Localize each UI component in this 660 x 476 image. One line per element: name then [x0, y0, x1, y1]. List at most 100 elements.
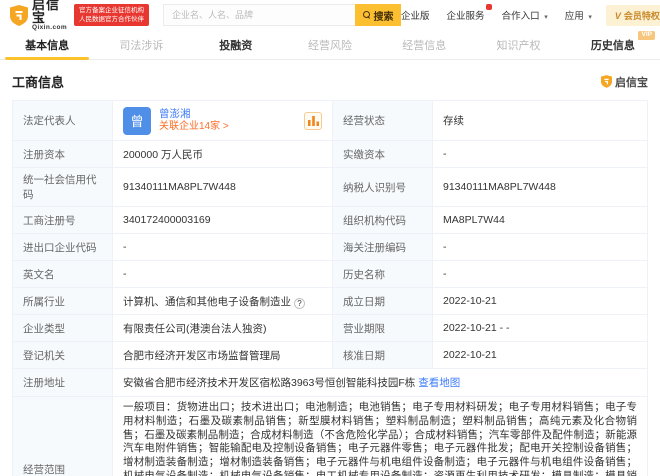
table-row-address: 注册地址 安徽省合肥市经济技术开发区宿松路3963号恒创智能科技园F栋 查看地图: [12, 368, 648, 397]
field-label: 经营范围: [12, 396, 113, 476]
search-bar: 搜索: [163, 4, 402, 26]
field-label: 企业类型: [12, 314, 113, 342]
nav-enterprise-services-label: 企业服务: [446, 11, 485, 22]
cert-badge-line1: 官方备案企业征信机构: [79, 6, 145, 14]
field-label: 经营状态: [332, 100, 433, 141]
tab-operating-info-label: 经营信息: [402, 39, 447, 52]
top-header: 启信宝 Qixin.com 官方备案企业征信机构 人民数据官方合作伙伴 搜索 企…: [0, 0, 660, 32]
table-row: 注册资本 200000 万人民币 实缴资本 -: [12, 140, 648, 168]
field-label: 所属行业: [12, 287, 113, 315]
field-label: 实缴资本: [332, 140, 433, 168]
related-companies-link[interactable]: 关联企业14家 >: [159, 122, 229, 132]
tab-intellectual-property[interactable]: 知识产权: [471, 30, 565, 59]
field-value: 合肥市经济开发区市场监督管理局: [112, 341, 333, 369]
field-value: 340172400003169: [112, 206, 333, 234]
tab-history-info[interactable]: 历史信息 VIP: [566, 30, 660, 59]
registered-address: 安徽省合肥市经济技术开发区宿松路3963号恒创智能科技园F栋: [123, 377, 416, 389]
chevron-down-icon: ▾: [588, 14, 592, 21]
search-input[interactable]: [163, 4, 356, 26]
table-row: 登记机关 合肥市经济开发区市场监督管理局 核准日期 2022-10-21: [12, 341, 648, 369]
section-title: 工商信息: [12, 75, 65, 90]
field-value: -: [432, 233, 648, 261]
tab-investment[interactable]: 投融资: [189, 30, 283, 59]
field-label: 核准日期: [332, 341, 433, 369]
field-value: 91340111MA8PL7W448: [112, 167, 333, 207]
nav-enterprise-services[interactable]: 企业服务: [446, 4, 492, 22]
field-label: 成立日期: [332, 287, 433, 315]
search-icon: [362, 11, 371, 19]
industry-value: 计算机、通信和其他电子设备制造业: [123, 295, 291, 308]
tab-operating-risk[interactable]: 经营风险: [283, 30, 377, 59]
field-label: 营业期限: [332, 314, 433, 342]
field-value: -: [112, 233, 333, 261]
qixinbao-logo-icon: [10, 4, 28, 26]
field-value: 2022-10-21: [432, 287, 648, 315]
legal-rep-avatar[interactable]: 曾: [123, 106, 151, 135]
cert-badge-line2: 人民数据官方合作伙伴: [79, 16, 145, 23]
field-value: 存续: [432, 100, 648, 141]
view-map-link[interactable]: 查看地图: [418, 377, 460, 389]
field-value: 有限责任公司(港澳台法人独资): [112, 314, 333, 342]
table-row-business-scope: 经营范围 一般项目：货物进出口；技术进出口；电池制造；电池销售；电子专用材料研发…: [12, 396, 648, 476]
field-label: 组织机构代码: [332, 206, 433, 234]
field-label: 登记机关: [12, 341, 113, 369]
field-label: 法定代表人: [12, 100, 113, 141]
qixinbao-logo[interactable]: 启信宝 Qixin.com: [10, 0, 67, 32]
help-icon[interactable]: ?: [294, 297, 305, 309]
field-label: 注册地址: [12, 368, 113, 397]
field-label: 统一社会信用代码: [12, 167, 113, 207]
field-label: 海关注册编码: [332, 233, 433, 261]
legal-rep-name-link[interactable]: 曾澎湘: [159, 109, 229, 120]
field-value: 2022-10-21 - -: [432, 314, 648, 342]
nav-enterprise-edition[interactable]: 企业版: [401, 8, 430, 22]
tab-history-info-label: 历史信息: [590, 39, 635, 52]
section-header: 工商信息 启信宝: [0, 60, 660, 100]
new-dot-badge: [485, 4, 492, 10]
field-value: 200000 万人民币: [112, 140, 333, 168]
field-value: -: [432, 260, 648, 288]
table-row: 所属行业 计算机、通信和其他电子设备制造业? 成立日期 2022-10-21: [12, 287, 648, 315]
tab-operating-info[interactable]: 经营信息: [377, 30, 471, 59]
tab-judicial[interactable]: 司法涉诉: [94, 30, 188, 59]
nav-apps[interactable]: 应用 ▾: [565, 8, 592, 22]
tab-basic-info-label: 基本信息: [25, 39, 70, 52]
field-label: 工商注册号: [12, 206, 113, 234]
qixinbao-watermark-icon: [601, 75, 612, 88]
search-button[interactable]: 搜索: [355, 4, 402, 26]
nav-partner-entry[interactable]: 合作入口 ▾: [502, 8, 548, 22]
field-label: 进出口企业代码: [12, 233, 113, 261]
vip-privilege-label: 会员特权: [623, 10, 660, 21]
field-label: 历史名称: [332, 260, 433, 288]
table-row: 统一社会信用代码 91340111MA8PL7W448 纳税人识别号 91340…: [12, 167, 648, 207]
field-label: 纳税人识别号: [332, 167, 433, 207]
vip-privilege-button[interactable]: V 会员特权: [605, 4, 660, 26]
field-value: MA8PL7W44: [432, 206, 648, 234]
field-label: 英文名: [12, 260, 113, 288]
header-nav: 企业版 企业服务 合作入口 ▾ 应用 ▾: [401, 4, 592, 22]
detail-tabs: 基本信息 司法涉诉 投融资 经营风险 经营信息 知识产权 历史信息 VIP: [0, 30, 660, 60]
tab-intellectual-property-label: 知识产权: [496, 39, 541, 52]
business-scope-text: 一般项目：货物进出口；技术进出口；电池制造；电池销售；电子专用材料研发；电子专用…: [112, 396, 648, 476]
table-row: 工商注册号 340172400003169 组织机构代码 MA8PL7W44: [12, 206, 648, 234]
field-value: 91340111MA8PL7W448: [432, 167, 648, 207]
official-cert-badge: 官方备案企业征信机构 人民数据官方合作伙伴: [74, 3, 150, 27]
field-value: 2022-10-21: [432, 341, 648, 369]
nav-apps-label: 应用: [564, 11, 584, 22]
tab-judicial-label: 司法涉诉: [119, 39, 164, 52]
tab-basic-info[interactable]: 基本信息: [0, 30, 94, 59]
table-row: 企业类型 有限责任公司(港澳台法人独资) 营业期限 2022-10-21 - -: [12, 314, 648, 342]
qixinbao-watermark: 启信宝: [601, 74, 648, 90]
equity-structure-icon[interactable]: [304, 111, 322, 130]
search-button-label: 搜索: [373, 11, 394, 23]
table-row: 进出口企业代码 - 海关注册编码 -: [12, 233, 648, 261]
vip-badge: VIP: [638, 31, 655, 40]
tab-investment-label: 投融资: [219, 39, 253, 52]
field-value: -: [432, 140, 648, 168]
table-row: 英文名 - 历史名称 -: [12, 260, 648, 288]
field-value: -: [112, 260, 333, 288]
vip-v-icon: V: [614, 10, 621, 21]
nav-partner-entry-label: 合作入口: [501, 11, 540, 22]
field-label: 注册资本: [12, 140, 113, 168]
watermark-label: 启信宝: [615, 76, 648, 89]
logo-name: 启信宝: [32, 0, 61, 26]
